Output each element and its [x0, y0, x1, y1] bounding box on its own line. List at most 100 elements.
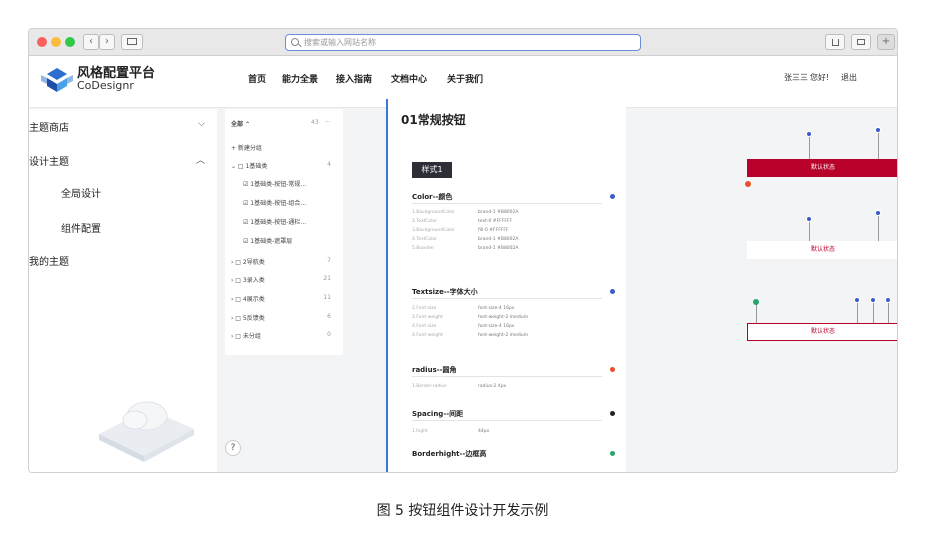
section-marker-radius [610, 367, 615, 372]
sidebar: 主题商店 ⌵ 设计主题 ︿ 全局设计 组件配置 我的主题 [29, 109, 217, 472]
prop-name: 1.Border-radius [412, 384, 447, 389]
prop-name: 4.Font-weight [412, 333, 443, 338]
preview-canvas: 默认状态 默认状态 默认状态 [626, 99, 897, 472]
maximize-window-icon[interactable] [65, 37, 75, 47]
share-button[interactable] [825, 34, 845, 50]
logout-link[interactable]: 退出 [841, 72, 857, 83]
marker-color-4 [875, 210, 881, 216]
tree-node[interactable]: ☑ 1基础类-按钮-组合... [243, 198, 339, 207]
prop-value: brand-1 #B8002A [478, 246, 519, 251]
annotation-line [878, 213, 879, 241]
prop-value: font-size-4 16px [478, 324, 515, 329]
sidebar-item-label: 主题商店 [29, 123, 69, 134]
tree-total-count: 43 [311, 119, 319, 126]
prop-value: font-weight-2 medium [478, 315, 529, 320]
tree-node[interactable]: ☑ 1基础类-按钮-常规... [243, 179, 339, 188]
minimize-window-icon[interactable] [51, 37, 61, 47]
tabs-button[interactable] [851, 34, 871, 50]
preview-button-outline[interactable]: 默认状态 [747, 323, 897, 341]
preview-button-primary[interactable]: 默认状态 [747, 159, 897, 177]
prop-name: 4.TextColor [412, 237, 438, 242]
tree-node[interactable]: › □ 3录入类 21 [231, 275, 339, 284]
prop-name: 5.Boarder [412, 246, 435, 251]
new-group-button[interactable]: + 新建分组 [231, 143, 262, 152]
prop-name: 1.BackgroundColor [412, 210, 455, 215]
section-divider [412, 298, 602, 299]
more-icon[interactable]: ··· [325, 119, 331, 126]
prop-value: text-0 #FFFFFF [478, 219, 513, 224]
preview-button-secondary[interactable]: 默认状态 [747, 241, 897, 259]
nav-capabilities[interactable]: 能力全景 [282, 72, 318, 85]
close-window-icon[interactable] [37, 37, 47, 47]
cloud-illustration-icon [99, 401, 194, 462]
sidebar-item-global-design[interactable]: 全局设计 [61, 185, 101, 200]
tree-filter-dropdown[interactable]: 全部 ⌃ [231, 119, 250, 128]
sidebar-item-component-config[interactable]: 组件配置 [61, 220, 101, 235]
sidebar-icon [127, 38, 137, 45]
back-button[interactable]: ‹ [83, 34, 99, 50]
component-tree-panel: 全部 ⌃ 43 ··· + 新建分组 ⌄ □ 1基础类 4 ☑ 1基础类-按钮-常… [225, 109, 343, 355]
brand-name-en: CoDesignr [77, 79, 134, 92]
chevron-down-icon: ⌵ [198, 119, 205, 129]
logo-icon [41, 68, 73, 92]
section-marker-color [610, 194, 615, 199]
nav-docs[interactable]: 文档中心 [391, 72, 427, 85]
tree-node[interactable]: ☑ 1基础类-按钮-通栏... [243, 217, 339, 226]
annotation-line [809, 219, 810, 241]
tree-node[interactable]: › □ 未分组 0 [231, 331, 339, 340]
tree-node[interactable]: › □ 2导航类 7 [231, 257, 339, 266]
prop-name: 3.BackgroundColor [412, 228, 455, 233]
nav-guide[interactable]: 接入指南 [336, 72, 372, 85]
nav-about[interactable]: 关于我们 [447, 72, 483, 85]
prop-value: brand-1 #B8002A [478, 210, 519, 215]
chevron-up-icon: ︿ [195, 156, 205, 166]
greeting: 您好! [810, 73, 830, 82]
prop-name: 1.hight [412, 429, 428, 434]
page-title: 01常规按钮 [401, 113, 466, 127]
sidebar-item-theme-store[interactable]: 主题商店 ⌵ [29, 119, 217, 134]
annotation-line [756, 303, 757, 323]
marker-border [753, 299, 759, 305]
section-title-borderhight: Borderhight--边框高 [412, 450, 487, 458]
marker-radius [745, 181, 751, 187]
new-tab-button[interactable]: + [877, 34, 895, 50]
prop-value: brand-1 #B8002A [478, 237, 519, 242]
forward-button[interactable]: › [99, 34, 115, 50]
figure-caption: 图 5 按钮组件设计开发示例 [376, 503, 549, 519]
annotation-line [878, 129, 879, 159]
section-divider [412, 420, 602, 421]
browser-window: ‹ › 搜索或输入网站名称 + 风格配置平台 CoDesignr 首页 能力全景… [28, 28, 898, 473]
section-marker-borderhight [610, 451, 615, 456]
sidebar-item-design-theme[interactable]: 设计主题 ︿ [29, 153, 217, 168]
section-divider [412, 376, 602, 377]
annotation-line [857, 303, 858, 323]
tree-node[interactable]: ☑ 1基础类-遮罩层 [243, 236, 339, 245]
section-marker-textsize [610, 289, 615, 294]
tree-node[interactable]: › □ 5反馈类 6 [231, 313, 339, 322]
prop-name: 2.Font-size [412, 306, 437, 311]
user-name[interactable]: 张三三 [784, 72, 808, 83]
prop-value: 44px [478, 429, 490, 434]
nav-home[interactable]: 首页 [248, 72, 266, 85]
sidebar-item-my-theme[interactable]: 我的主题 [29, 253, 69, 268]
prop-name: 2.TextColor [412, 219, 438, 224]
marker-color-1 [806, 131, 812, 137]
prop-value: font-size-4 16px [478, 306, 515, 311]
tree-node[interactable]: › □ 4展示类 11 [231, 294, 339, 303]
section-title-textsize: Textsize--字体大小 [412, 288, 478, 296]
url-bar[interactable]: 搜索或输入网站名称 [285, 34, 641, 51]
marker-color-5 [854, 297, 860, 303]
prop-value: radius-2 4px [478, 384, 507, 389]
marker-color-3 [806, 216, 812, 222]
spec-document-panel: 01常规按钮 样式1 Color--颜色 1.BackgroundColor b… [386, 99, 626, 472]
help-button[interactable]: ? [225, 440, 241, 456]
section-title-spacing: Spacing--间距 [412, 410, 464, 418]
section-title-color: Color--颜色 [412, 193, 453, 201]
style-tag[interactable]: 样式1 [412, 162, 452, 178]
annotation-line [873, 303, 874, 323]
search-icon [291, 38, 299, 46]
prop-name: 4.Font-size [412, 324, 437, 329]
browser-titlebar: ‹ › 搜索或输入网站名称 + [29, 29, 897, 56]
sidebar-toggle-button[interactable] [121, 34, 143, 50]
tree-node[interactable]: ⌄ □ 1基础类 4 [231, 161, 339, 170]
